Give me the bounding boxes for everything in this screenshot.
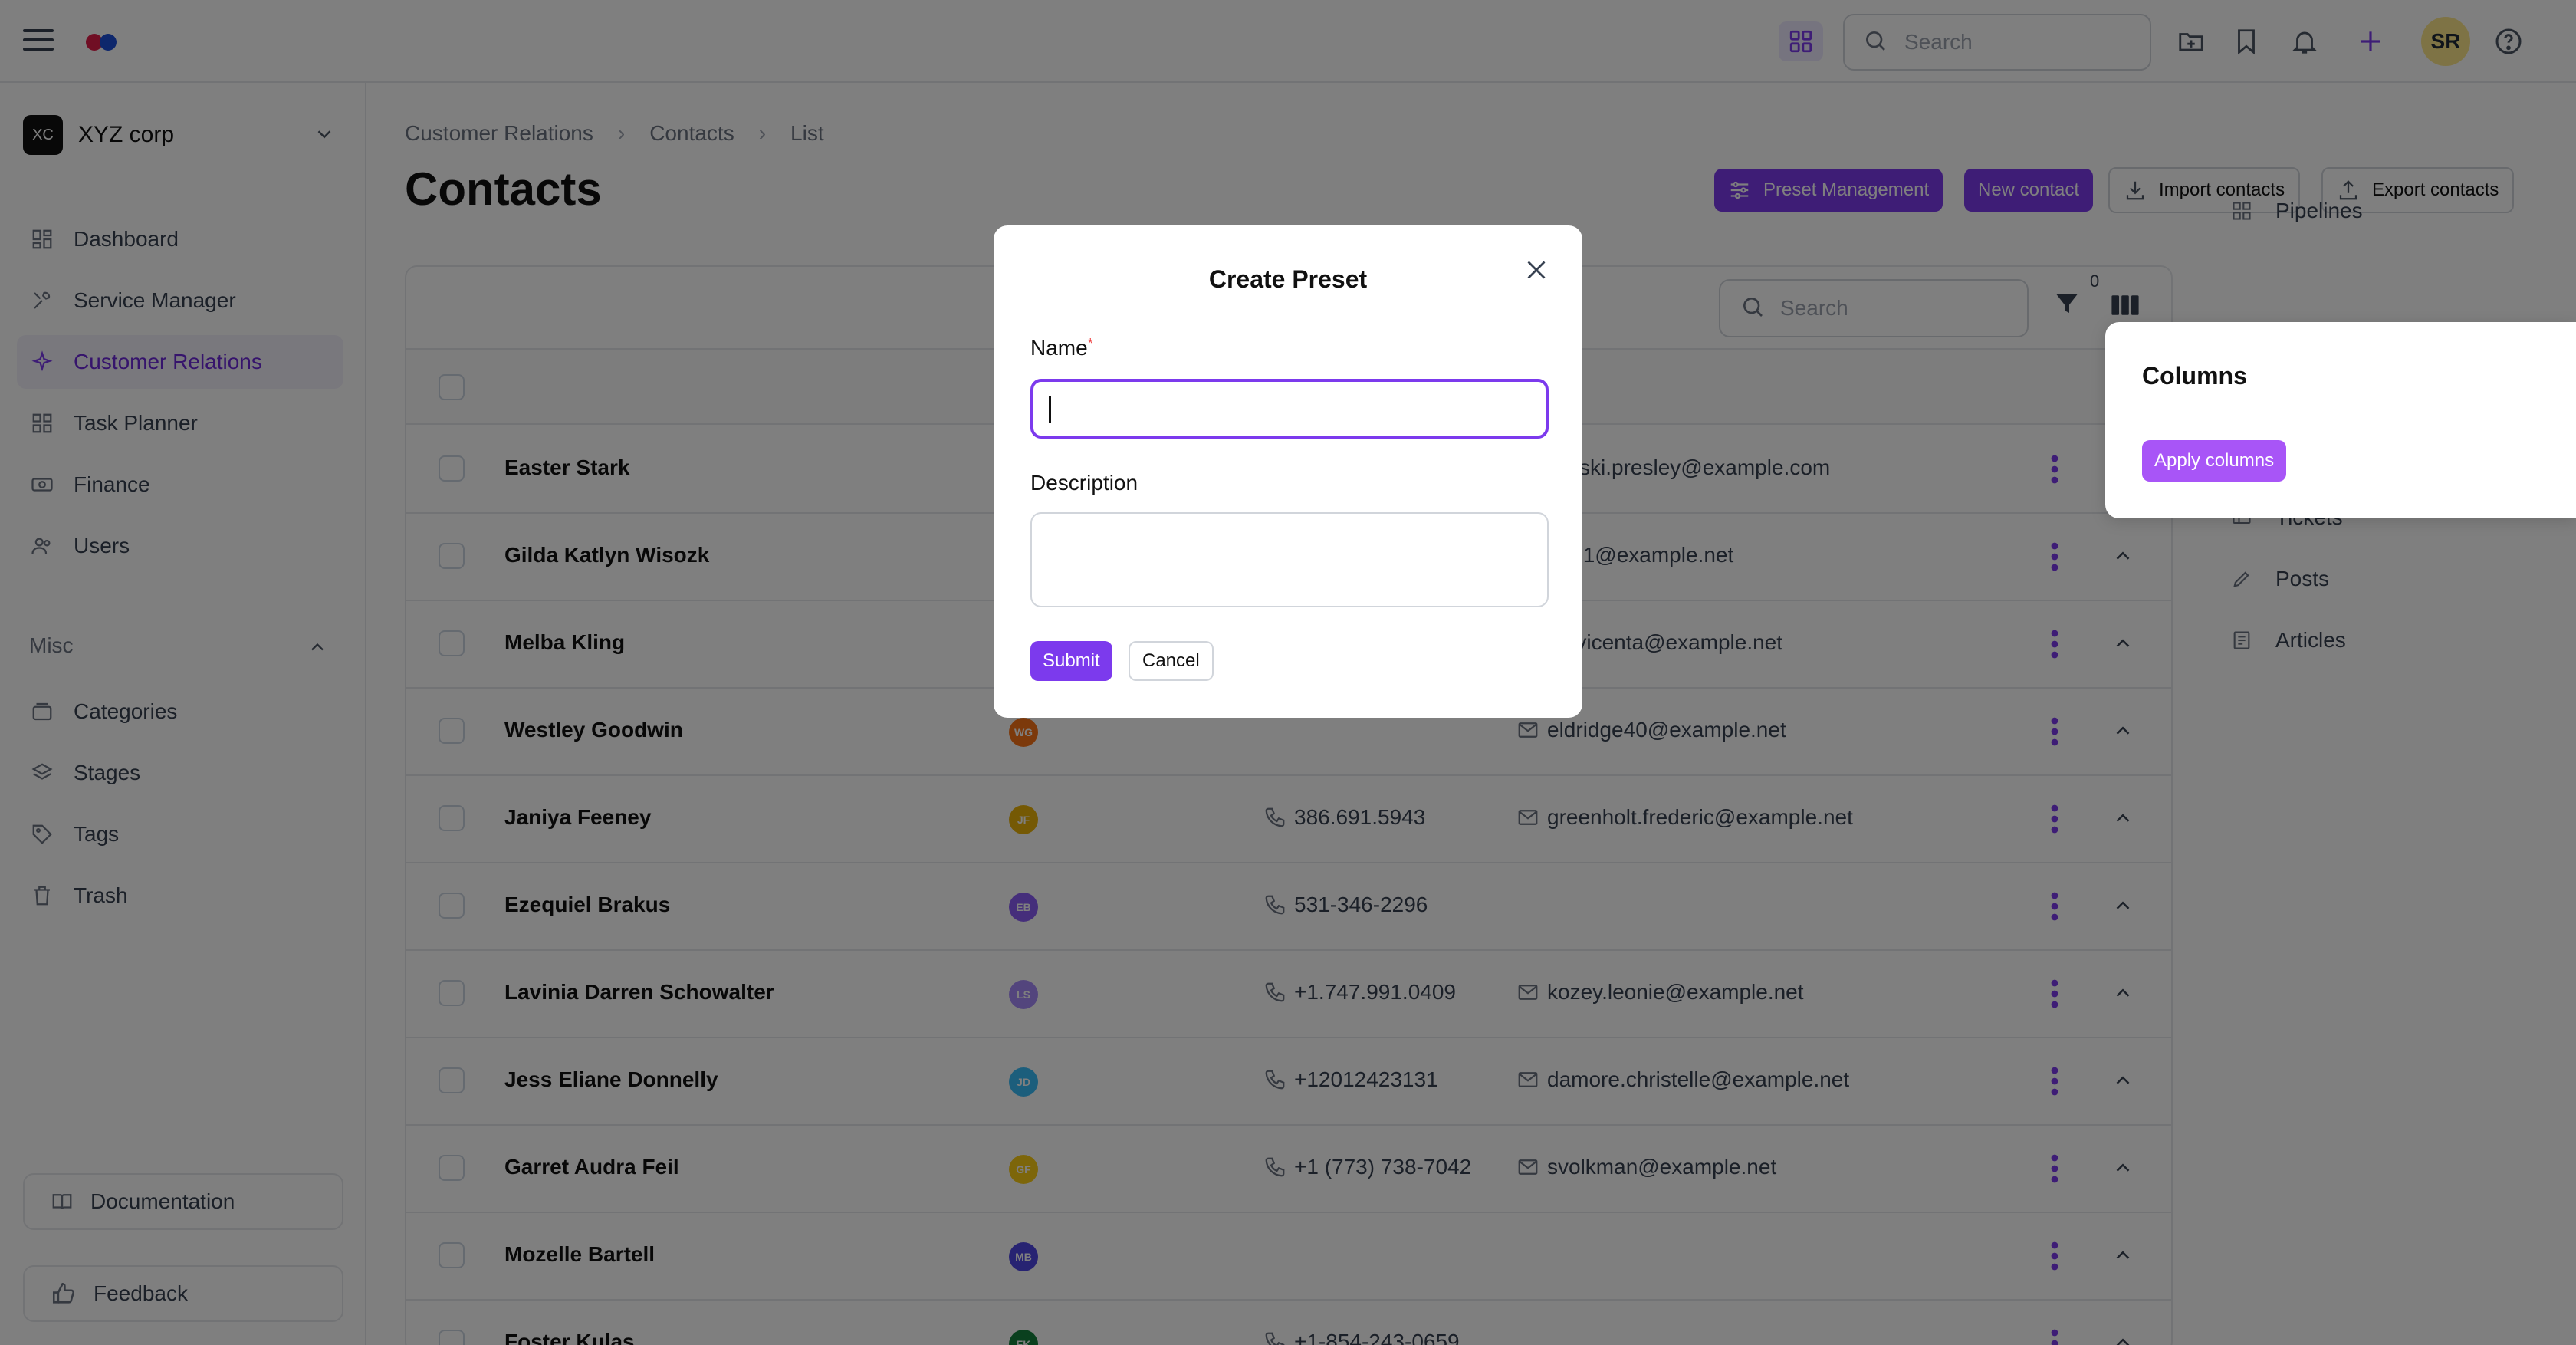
description-label: Description: [1030, 471, 1138, 495]
columns-title: Columns: [2142, 362, 2247, 390]
apply-columns-button[interactable]: Apply columns: [2142, 440, 2287, 482]
preset-description-textarea[interactable]: [1030, 512, 1549, 607]
cancel-button[interactable]: Cancel: [1129, 641, 1214, 681]
dialog-title: Create Preset: [1208, 265, 1368, 293]
preset-name-input[interactable]: [1030, 379, 1549, 439]
name-label-text: Name: [1030, 336, 1088, 360]
name-label: Name*: [1030, 336, 1093, 360]
submit-button[interactable]: Submit: [1030, 641, 1112, 681]
required-marker: *: [1087, 336, 1093, 351]
close-icon[interactable]: [1523, 256, 1550, 288]
text-caret: [1049, 396, 1051, 423]
columns-popover: Columns Apply columns: [2105, 322, 2576, 518]
create-preset-dialog: Create Preset Name* Description Submit C…: [994, 225, 1582, 718]
